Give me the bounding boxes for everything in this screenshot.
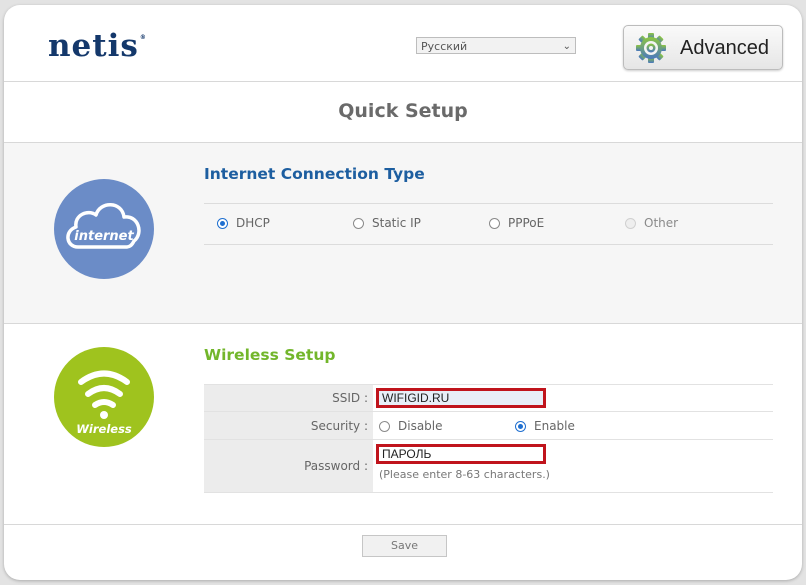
radio-label: Disable: [398, 419, 443, 433]
radio-static-ip[interactable]: [353, 217, 364, 229]
gear-icon: [636, 33, 666, 63]
connection-type-static-ip[interactable]: Static IP: [353, 216, 421, 230]
language-selected: Русский: [421, 40, 468, 53]
logo-text: netis: [48, 28, 139, 64]
radio-dhcp[interactable]: [217, 217, 228, 229]
ssid-label: SSID :: [204, 385, 373, 411]
password-value-cell: ПАРОЛЬ (Please enter 8-63 characters.): [376, 440, 773, 492]
wireless-form: SSID : WIFIGID.RU Security : Disable Ena…: [204, 384, 773, 493]
header: netis® Русский ⌄ Advanced: [4, 5, 802, 82]
wireless-section: Wireless Wireless Setup SSID : WIFIGID.R…: [4, 324, 802, 525]
wireless-icon: Wireless: [54, 347, 154, 447]
language-select[interactable]: Русский ⌄: [416, 37, 576, 54]
ssid-value-cell: WIFIGID.RU: [376, 385, 773, 411]
advanced-button[interactable]: Advanced: [623, 25, 783, 70]
netis-logo: netis®: [48, 31, 147, 62]
security-enable[interactable]: Enable: [515, 419, 575, 433]
radio-other: [625, 217, 636, 229]
save-button[interactable]: Save: [362, 535, 447, 557]
internet-section-title: Internet Connection Type: [204, 165, 425, 183]
page-title-bar: Quick Setup: [4, 82, 802, 143]
quick-setup-panel: netis® Русский ⌄ Advanced Quick Setup in…: [4, 5, 802, 580]
advanced-label: Advanced: [680, 37, 769, 59]
radio-label: PPPoE: [508, 216, 545, 230]
password-label: Password :: [204, 440, 373, 492]
password-hint: (Please enter 8-63 characters.): [379, 468, 550, 481]
radio-label: Other: [644, 216, 679, 230]
registered-mark: ®: [139, 34, 147, 41]
security-label: Security :: [204, 412, 373, 439]
radio-label: Static IP: [372, 216, 421, 230]
connection-type-pppoe[interactable]: PPPoE: [489, 216, 544, 230]
chevron-down-icon: ⌄: [562, 41, 571, 52]
internet-icon-label: internet: [74, 229, 134, 244]
security-row: Security : Disable Enable: [204, 412, 773, 440]
connection-type-other: Other: [625, 216, 678, 230]
wireless-icon-label: Wireless: [76, 422, 132, 436]
password-input[interactable]: ПАРОЛЬ: [376, 444, 546, 464]
ssid-row: SSID : WIFIGID.RU: [204, 385, 773, 412]
cloud-icon: internet: [66, 203, 141, 249]
internet-icon: internet: [54, 179, 154, 279]
connection-type-dhcp[interactable]: DHCP: [217, 216, 270, 230]
security-value-cell: Disable Enable: [376, 412, 773, 439]
wifi-icon: Wireless: [76, 370, 132, 436]
radio-disable[interactable]: [379, 420, 390, 432]
password-row: Password : ПАРОЛЬ (Please enter 8-63 cha…: [204, 440, 773, 493]
internet-section: internet Internet Connection Type DHCP S…: [4, 143, 802, 324]
radio-enable[interactable]: [515, 420, 526, 432]
radio-label: DHCP: [236, 216, 270, 230]
page-title: Quick Setup: [338, 100, 468, 122]
wireless-section-title: Wireless Setup: [204, 346, 336, 364]
radio-pppoe[interactable]: [489, 217, 500, 229]
radio-label: Enable: [534, 419, 575, 433]
security-disable[interactable]: Disable: [379, 419, 443, 433]
connection-type-options: DHCP Static IP PPPoE Other: [204, 203, 773, 245]
ssid-input[interactable]: WIFIGID.RU: [376, 388, 546, 408]
